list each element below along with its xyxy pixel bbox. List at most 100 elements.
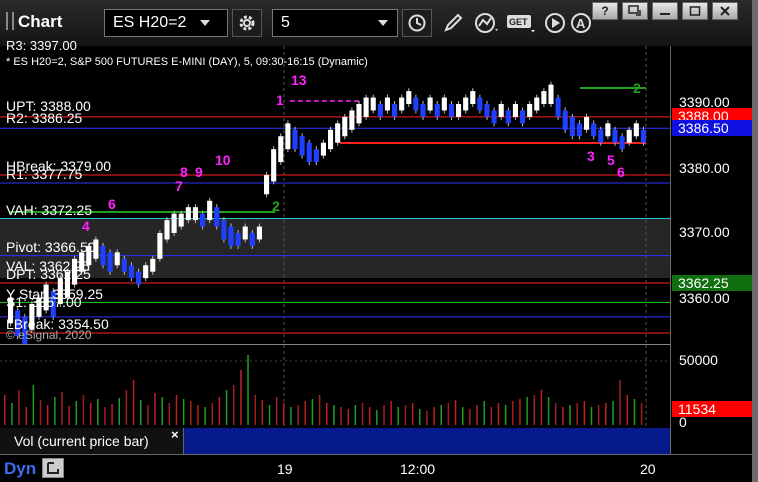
volume-bar bbox=[175, 395, 178, 425]
candle bbox=[619, 136, 625, 150]
candle bbox=[320, 142, 326, 156]
volume-bar bbox=[590, 407, 593, 425]
price-tick: 3380.00 bbox=[679, 160, 730, 176]
level-label-dpt: DPT: 3362.25 bbox=[6, 266, 91, 282]
volume-bar bbox=[490, 407, 493, 425]
candle bbox=[569, 116, 575, 137]
volume-bar bbox=[540, 390, 543, 425]
volume-bar bbox=[547, 397, 550, 425]
volume-bar bbox=[190, 401, 192, 425]
candle bbox=[377, 104, 383, 117]
volume-bar bbox=[125, 390, 128, 425]
candle bbox=[591, 123, 597, 137]
symbol-dropdown-icon[interactable] bbox=[200, 20, 210, 26]
volume-bar bbox=[232, 385, 235, 425]
candle bbox=[136, 271, 142, 285]
draw-tool-button[interactable] bbox=[438, 9, 468, 37]
candle bbox=[271, 149, 277, 182]
get-data-button[interactable]: GET bbox=[506, 9, 536, 37]
candle bbox=[434, 104, 440, 117]
level-label-pivot: Pivot: 3366.50 bbox=[6, 239, 96, 255]
volume-bar bbox=[390, 401, 392, 425]
volume-bar bbox=[197, 405, 199, 425]
fit-icon bbox=[47, 462, 59, 474]
candle bbox=[278, 136, 284, 163]
candle bbox=[441, 97, 447, 111]
volume-bar bbox=[68, 406, 70, 425]
dynamic-toggle-button[interactable] bbox=[42, 458, 64, 478]
price-chart[interactable]: * ES H20=2, S&P 500 FUTURES E-MINI (DAY)… bbox=[0, 38, 670, 344]
minimize-icon bbox=[660, 13, 670, 15]
level-label-r3: R3: 3397.00 bbox=[6, 38, 77, 53]
a-circle-icon: A bbox=[571, 13, 591, 33]
candle bbox=[214, 207, 220, 227]
volume-bar bbox=[89, 403, 92, 425]
candle bbox=[299, 136, 305, 156]
candle bbox=[342, 116, 348, 137]
gear-icon bbox=[239, 15, 255, 31]
settings-button[interactable] bbox=[232, 9, 262, 37]
time-button[interactable] bbox=[402, 9, 432, 37]
drag-grip-icon[interactable] bbox=[6, 12, 14, 30]
volume-bar bbox=[626, 395, 629, 425]
volume-bar bbox=[204, 407, 206, 425]
candle bbox=[192, 207, 198, 221]
close-button[interactable] bbox=[712, 2, 738, 20]
candle bbox=[128, 265, 134, 279]
candle bbox=[164, 220, 170, 240]
candle bbox=[292, 129, 298, 150]
volume-bars bbox=[4, 355, 643, 425]
volume-bar bbox=[4, 395, 6, 425]
volume-bar bbox=[297, 405, 299, 425]
volume-bar bbox=[347, 409, 349, 425]
volume-bar bbox=[11, 403, 13, 425]
volume-bar bbox=[97, 399, 99, 425]
volume-bar bbox=[25, 407, 27, 425]
volume-bar bbox=[554, 403, 557, 425]
maximize-icon bbox=[689, 6, 701, 16]
copyright: © eSignal, 2020 bbox=[6, 328, 92, 342]
candle bbox=[576, 123, 582, 137]
volume-bar bbox=[447, 403, 450, 425]
studies-button[interactable] bbox=[472, 9, 502, 37]
help-button[interactable]: ? bbox=[592, 2, 618, 20]
volume-bar bbox=[147, 405, 149, 425]
candle bbox=[612, 129, 618, 143]
candle bbox=[626, 129, 632, 143]
volume-bar bbox=[182, 399, 185, 425]
level-label-r1: R1: 3377.75 bbox=[6, 166, 83, 182]
volume-bar bbox=[426, 411, 428, 425]
volume-label-bar: Vol (current price bar) × bbox=[0, 427, 670, 454]
maximize-button[interactable] bbox=[682, 2, 708, 20]
question-icon: ? bbox=[601, 4, 609, 18]
candle bbox=[470, 91, 476, 104]
link-window-icon bbox=[628, 5, 641, 16]
candle bbox=[349, 110, 355, 130]
interval-dropdown-icon[interactable] bbox=[378, 20, 388, 26]
close-study-icon[interactable]: × bbox=[171, 427, 179, 442]
candle bbox=[207, 200, 213, 221]
volume-bar bbox=[275, 397, 278, 425]
pencil-icon bbox=[444, 13, 463, 32]
count-label: 9 bbox=[195, 164, 203, 180]
link-button[interactable] bbox=[622, 2, 648, 20]
candle bbox=[256, 226, 262, 240]
window-edge bbox=[752, 0, 758, 482]
volume-bar bbox=[290, 407, 292, 425]
level-label-s1: S1: 3357.00 bbox=[6, 294, 82, 310]
candle bbox=[363, 97, 369, 117]
candle bbox=[392, 104, 398, 117]
volume-pane[interactable] bbox=[0, 344, 670, 427]
time-axis[interactable]: Dyn 19 12:00 20 bbox=[0, 454, 758, 482]
candle bbox=[328, 129, 334, 150]
volume-bar bbox=[433, 407, 435, 425]
volume-bar bbox=[333, 405, 335, 425]
volume-bar bbox=[168, 403, 171, 425]
minimize-button[interactable] bbox=[652, 2, 678, 20]
volume-study-tab[interactable]: Vol (current price bar) × bbox=[0, 427, 184, 454]
candle bbox=[484, 104, 490, 117]
volume-bar bbox=[368, 407, 371, 425]
volume-bar bbox=[161, 397, 163, 425]
price-axis[interactable]: 3390.00 3380.00 3370.00 3360.00 3388.00 … bbox=[670, 46, 754, 460]
candle bbox=[313, 149, 319, 163]
